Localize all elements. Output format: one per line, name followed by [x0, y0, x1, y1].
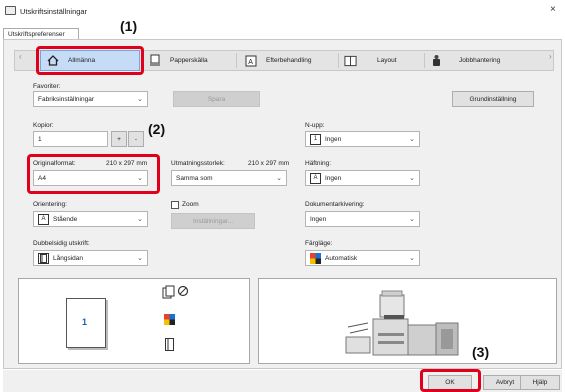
nup-preview-icon: [162, 285, 190, 301]
orientation-select[interactable]: A Stående ⌄: [33, 211, 148, 227]
tab-efterbehandling[interactable]: A Efterbehandling: [244, 50, 334, 71]
tab-divider: [424, 53, 425, 68]
orientation-value: Stående: [53, 215, 78, 223]
finishing-icon: A: [244, 54, 257, 67]
chevron-down-icon: ⌄: [137, 96, 143, 103]
duplex-label: Dubbelsidig utskrift:: [33, 240, 90, 247]
doc-filing-label: Dokumentarkivering:: [305, 201, 365, 208]
color-mode-select[interactable]: Automatisk ⌄: [305, 250, 420, 266]
output-size-dims: 210 x 297 mm: [248, 160, 290, 167]
window-title: Utskriftsinställningar: [20, 7, 88, 16]
highlight-box-2: [27, 154, 160, 194]
chevron-down-icon: ⌄: [137, 255, 143, 262]
tab-papperskalla[interactable]: Papperskälla: [148, 50, 233, 71]
callout-3: (3): [472, 344, 490, 360]
output-size-label: Utmatningsstorlek:: [171, 160, 225, 167]
zoom-label: Zoom: [182, 201, 199, 208]
help-button[interactable]: Hjälp: [520, 375, 560, 390]
chevron-down-icon: ⌄: [409, 216, 415, 223]
single-page-icon: 1: [310, 133, 321, 145]
tab-divider: [338, 53, 339, 68]
output-size-value: Samma som: [176, 174, 213, 182]
favorites-label: Favoriter:: [33, 83, 61, 90]
nup-select[interactable]: 1 Ingen ⌄: [305, 131, 420, 147]
favorites-select[interactable]: Fabriksinställningar ⌄: [33, 91, 148, 107]
long-edge-binding-icon: [38, 252, 49, 264]
highlight-box-3: [420, 369, 481, 392]
defaults-button[interactable]: Grundinställning: [452, 91, 534, 107]
tab-jobbhantering[interactable]: Jobbhantering: [430, 50, 530, 71]
color-preview-icon: [164, 314, 175, 327]
copies-label: Kopior:: [33, 122, 54, 129]
color-mode-value: Automatisk: [325, 254, 358, 262]
tab-divider: [236, 53, 237, 68]
duplex-select[interactable]: Långsidan ⌄: [33, 250, 148, 266]
tab-scroll-right-icon[interactable]: ›: [549, 52, 552, 61]
page-preview-panel: [18, 278, 250, 364]
favorites-value: Fabriksinställningar: [38, 95, 94, 103]
output-size-select[interactable]: Samma som ⌄: [171, 170, 287, 186]
color-auto-icon: [310, 252, 321, 264]
chevron-down-icon: ⌄: [276, 175, 282, 182]
tab-layout[interactable]: Layout: [344, 50, 414, 71]
chevron-down-icon: ⌄: [409, 175, 415, 182]
copies-input[interactable]: 1: [33, 131, 108, 147]
staple-none-icon: A: [310, 172, 321, 184]
layout-icon: [344, 54, 357, 67]
nup-label: N-upp:: [305, 122, 325, 129]
tab-scroll-left-icon[interactable]: ‹: [19, 52, 22, 61]
highlight-box-1: [36, 46, 144, 75]
duplex-value: Långsidan: [53, 254, 83, 262]
duplex-preview-icon: [165, 338, 174, 353]
stapling-label: Häftning:: [305, 160, 332, 167]
callout-1: (1): [120, 18, 138, 34]
printer-icon: [5, 6, 16, 15]
job-icon: [430, 54, 443, 67]
stapling-select[interactable]: A Ingen ⌄: [305, 170, 420, 186]
color-mode-label: Färgläge:: [305, 240, 333, 247]
page-number: 1: [82, 317, 88, 327]
paper-tray-icon: [148, 54, 161, 67]
copies-minus-button[interactable]: -: [128, 131, 144, 147]
tab-label: Layout: [377, 57, 397, 64]
close-icon[interactable]: ×: [550, 4, 556, 15]
zoom-settings-button[interactable]: Inställningar...: [171, 213, 255, 229]
tab-label: Jobbhantering: [459, 57, 501, 64]
chevron-down-icon: ⌄: [409, 255, 415, 262]
nup-value: Ingen: [325, 135, 342, 143]
stapling-value: Ingen: [325, 174, 342, 182]
svg-text:A: A: [248, 59, 253, 66]
orientation-label: Orientering:: [33, 201, 67, 208]
tab-label: Efterbehandling: [266, 57, 312, 64]
chevron-down-icon: ⌄: [409, 136, 415, 143]
doc-filing-select[interactable]: Ingen ⌄: [305, 211, 420, 227]
doc-filing-value: Ingen: [310, 215, 327, 223]
printer-image: [338, 289, 468, 361]
portrait-orientation-icon: A: [38, 213, 49, 225]
copies-plus-button[interactable]: +: [111, 131, 127, 147]
tab-label: Papperskälla: [170, 57, 208, 64]
save-button[interactable]: Spara: [173, 91, 260, 107]
zoom-checkbox[interactable]: [171, 201, 179, 209]
callout-2: (2): [148, 121, 166, 137]
chevron-down-icon: ⌄: [137, 216, 143, 223]
